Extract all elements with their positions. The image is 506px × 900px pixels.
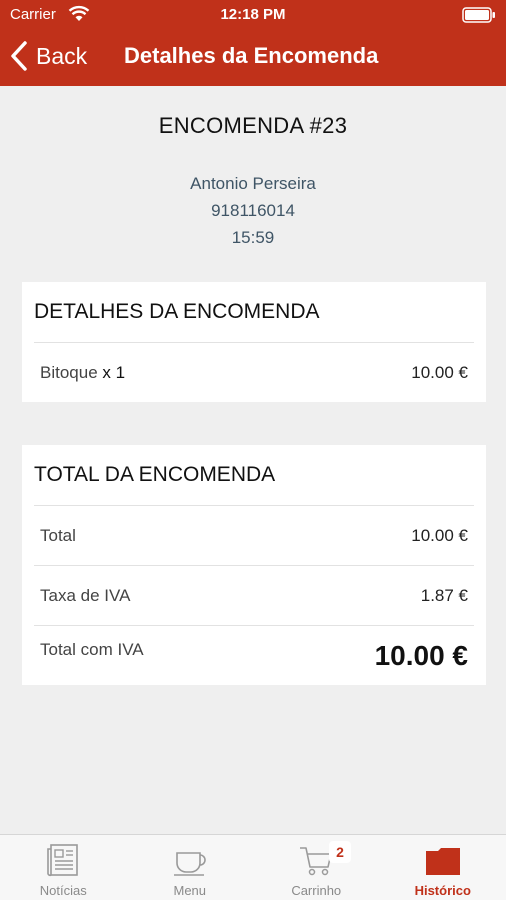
total-row: Total 10.00 €	[34, 505, 474, 565]
tab-noticias-label: Notícias	[39, 883, 87, 898]
top-bar: Carrier 12:18 PM Back Detalhes da Encome…	[0, 0, 506, 86]
tab-historico-label: Histórico	[414, 883, 471, 898]
item-quantity: x 1	[102, 362, 126, 382]
item-name: Bitoque	[40, 362, 98, 382]
order-time: 15:59	[231, 228, 275, 247]
tab-bar: Notícias Menu 2 Carrinho Histórico	[0, 834, 506, 900]
navigation-bar: Back Detalhes da Encomenda	[0, 30, 506, 86]
tab-menu-label: Menu	[173, 883, 207, 898]
tab-historico[interactable]: Histórico	[380, 835, 506, 900]
back-button[interactable]: Back	[10, 38, 87, 74]
order-details-card: DETALHES DA ENCOMENDA Bitoque x 1 10.00 …	[22, 282, 486, 402]
tab-carrinho[interactable]: 2 Carrinho	[253, 835, 380, 900]
battery-icon	[462, 7, 495, 23]
page-title: Detalhes da Encomenda	[124, 43, 379, 68]
cart-count-badge: 2	[329, 841, 351, 863]
order-item-row: Bitoque x 1 10.00 €	[34, 342, 474, 402]
total-with-vat-row: Total com IVA 10.00 €	[34, 625, 474, 685]
status-bar: Carrier 12:18 PM	[0, 0, 506, 30]
total-value: 10.00 €	[411, 525, 468, 545]
total-with-vat-value: 10.00 €	[374, 639, 468, 671]
coffee-cup-icon	[173, 852, 206, 876]
customer-phone: 918116014	[211, 201, 295, 220]
item-price: 10.00 €	[411, 362, 468, 382]
order-total-card: TOTAL DA ENCOMENDA Total 10.00 € Taxa de…	[22, 445, 486, 685]
tab-menu[interactable]: Menu	[127, 835, 254, 900]
back-label: Back	[36, 42, 88, 69]
customer-name: Antonio Perseira	[190, 174, 316, 193]
clock: 12:18 PM	[220, 6, 286, 23]
chevron-left-icon	[11, 41, 27, 71]
order-details-header: DETALHES DA ENCOMENDA	[34, 300, 320, 323]
total-with-vat-label: Total com IVA	[40, 640, 144, 659]
order-total-header: TOTAL DA ENCOMENDA	[34, 463, 276, 486]
total-label: Total	[40, 525, 76, 545]
vat-value: 1.87 €	[420, 585, 468, 605]
vat-label: Taxa de IVA	[40, 585, 131, 605]
tab-noticias[interactable]: Notícias	[0, 835, 127, 900]
tab-carrinho-label: Carrinho	[291, 883, 342, 898]
order-number-title: ENCOMENDA #23	[158, 113, 348, 138]
history-folder-icon	[425, 848, 460, 875]
vat-row: Taxa de IVA 1.87 €	[34, 565, 474, 625]
newspaper-icon	[47, 844, 79, 877]
customer-info: Antonio Perseira 918116014 15:59	[0, 170, 506, 251]
order-item: Bitoque x 1	[40, 363, 125, 383]
